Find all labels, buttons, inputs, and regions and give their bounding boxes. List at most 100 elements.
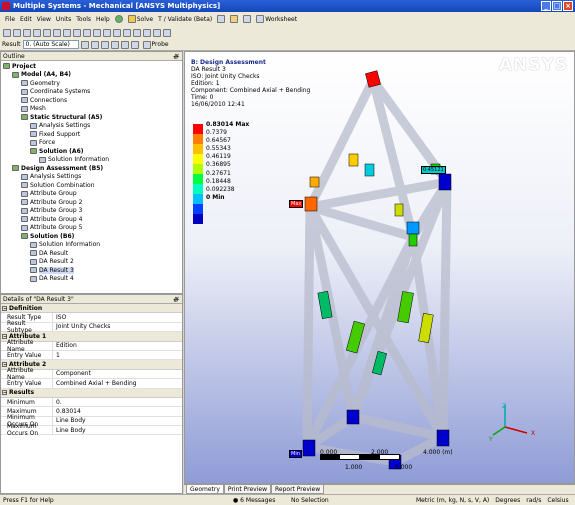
select-edge-icon[interactable] (23, 28, 31, 37)
tree-node[interactable]: Attribute Group (1, 190, 182, 199)
probe-button[interactable]: Probe (141, 40, 171, 50)
magnifier-icon[interactable] (113, 28, 121, 37)
tree-node[interactable]: Solution (B6) (1, 232, 182, 241)
tree-node[interactable]: Connections (1, 96, 182, 105)
tree-node[interactable]: DA Result (1, 249, 182, 258)
menu-units[interactable]: Units (54, 16, 73, 23)
zoom-out-icon[interactable] (123, 28, 131, 37)
close-button[interactable]: × (563, 1, 573, 11)
select-vertex-icon[interactable] (33, 28, 41, 37)
status-units[interactable]: Metric (m, kg, N, s, V, A) (413, 497, 492, 504)
contour-icon[interactable] (90, 40, 99, 49)
tree-node[interactable]: DA Result 4 (1, 275, 182, 284)
details-row[interactable]: Entry Value 1 (1, 350, 182, 361)
details-row[interactable]: Attribute Name Edition (1, 339, 182, 353)
next-view-icon[interactable] (143, 28, 151, 37)
details-row[interactable]: Attribute Name Component (1, 367, 182, 381)
previous-view-icon[interactable] (133, 28, 141, 37)
details-row[interactable]: Entry Value Combined Axial + Bending (1, 379, 182, 389)
tab-print-preview[interactable]: Print Preview (223, 485, 271, 494)
min-icon[interactable] (130, 40, 139, 49)
image-icon (217, 15, 226, 23)
chart-button[interactable] (241, 14, 253, 24)
details-value: 0.83014 (56, 407, 81, 415)
window-icon[interactable] (163, 28, 171, 37)
status-rate[interactable]: rad/s (523, 497, 544, 504)
solve-button[interactable]: Solve (126, 14, 155, 24)
status-messages[interactable]: ● 6 Messages (230, 497, 288, 504)
result-scale-select[interactable]: 0. (Auto Scale) (22, 40, 79, 49)
edges-icon[interactable] (100, 40, 109, 49)
pin-icon[interactable]: ᚍ (173, 296, 179, 303)
tree-node[interactable]: Fixed Support (1, 130, 182, 139)
outline-header: Outline ᚍ (1, 52, 182, 61)
vector-icon[interactable] (110, 40, 119, 49)
tree-node[interactable]: Solution (A6) (1, 147, 182, 156)
worksheet-icon (256, 15, 265, 23)
tree-node[interactable]: DA Result 2 (1, 258, 182, 267)
folder-button[interactable] (228, 14, 240, 24)
details-row[interactable]: Maximum Occurs On Line Body (1, 423, 182, 437)
tree-node[interactable]: Attribute Group 5 (1, 224, 182, 233)
graphics-viewport[interactable]: B: Design Assessment DA Result 3 ISO: Jo… (184, 51, 575, 484)
maximize-button[interactable]: □ (552, 1, 562, 11)
details-row[interactable]: Result Subtype Joint Unity Checks (1, 320, 182, 334)
zoom-fit-icon[interactable] (103, 28, 111, 37)
tree-node[interactable]: Attribute Group 4 (1, 215, 182, 224)
pan-icon[interactable] (73, 28, 81, 37)
details-section[interactable]: − Results (1, 388, 182, 398)
select-body-icon[interactable] (43, 28, 51, 37)
tree-node[interactable]: Attribute Group 2 (1, 198, 182, 207)
worksheet-button[interactable]: Worksheet (254, 14, 299, 24)
pin-icon[interactable]: ᚍ (173, 53, 179, 60)
details-key: Entry Value (1, 379, 53, 388)
display-style-icon[interactable] (80, 40, 89, 49)
max-icon[interactable] (120, 40, 129, 49)
tree-node-icon (21, 233, 28, 240)
tab-report-preview[interactable]: Report Preview (271, 485, 325, 494)
collapse-icon[interactable]: − (2, 305, 7, 311)
tree-node[interactable]: Mesh (1, 105, 182, 114)
tree-node[interactable]: Project (1, 62, 182, 71)
details-key: Result Subtype (1, 320, 53, 334)
isometric-icon[interactable] (153, 28, 161, 37)
tree-node[interactable]: Solution Combination (1, 181, 182, 190)
tree-node[interactable]: Solution Information (1, 156, 182, 165)
tree-node[interactable]: DA Result 3 (1, 266, 182, 275)
tree-node[interactable]: Model (A4, B4) (1, 71, 182, 80)
result-label: Result (2, 41, 21, 48)
tree-node[interactable]: Solution Information (1, 241, 182, 250)
select-face-icon[interactable] (13, 28, 21, 37)
image-button[interactable] (215, 14, 227, 24)
refresh-button[interactable] (113, 14, 125, 24)
tab-geometry[interactable]: Geometry (186, 485, 224, 494)
tree-node[interactable]: Coordinate Systems (1, 88, 182, 97)
collapse-icon[interactable]: − (2, 390, 7, 396)
status-temp[interactable]: Celsius (544, 497, 571, 504)
select-mode-icon[interactable] (53, 28, 61, 37)
rotate-icon[interactable] (63, 28, 71, 37)
status-angle[interactable]: Degrees (492, 497, 523, 504)
tree-node-label: Fixed Support (39, 130, 81, 138)
tree-node-icon (30, 275, 37, 282)
details-row[interactable]: Minimum 0. (1, 397, 182, 408)
menu-tools[interactable]: Tools (74, 16, 93, 23)
tree-node[interactable]: Design Assessment (B5) (1, 164, 182, 173)
menu-help[interactable]: Help (94, 16, 112, 23)
menu-view[interactable]: View (35, 16, 53, 23)
minimize-button[interactable]: _ (541, 1, 551, 11)
tree-node[interactable]: Force (1, 139, 182, 148)
tree-node-label: Analysis Settings (39, 122, 91, 130)
zoom-box-icon[interactable] (93, 28, 101, 37)
validate-button[interactable]: T / Validate (Beta) (156, 14, 214, 24)
select-icon[interactable] (3, 28, 11, 37)
details-section[interactable]: − Definition (1, 304, 182, 314)
menu-file[interactable]: File (3, 16, 17, 23)
zoom-icon[interactable] (83, 28, 91, 37)
tree-node[interactable]: Analysis Settings (1, 122, 182, 131)
tree-node[interactable]: Geometry (1, 79, 182, 88)
tree-node[interactable]: Analysis Settings (1, 173, 182, 182)
tree-node[interactable]: Static Structural (A5) (1, 113, 182, 122)
tree-node[interactable]: Attribute Group 3 (1, 207, 182, 216)
menu-edit[interactable]: Edit (18, 16, 34, 23)
